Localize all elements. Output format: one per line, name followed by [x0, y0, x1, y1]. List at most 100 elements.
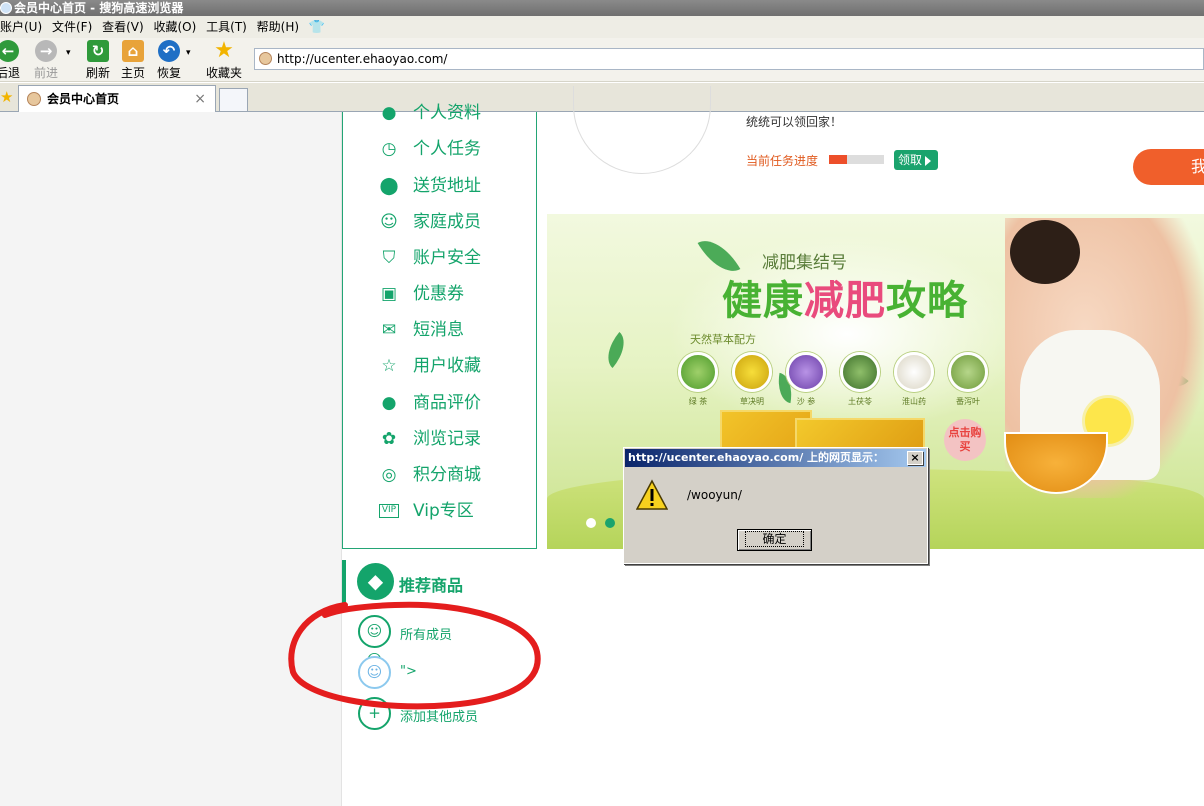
dialog-ok-label: 确定 — [745, 531, 804, 547]
restore-dropdown-arrow[interactable]: ▾ — [186, 48, 191, 58]
progress-label: 当前任务进度 — [746, 154, 819, 168]
browser-app-icon — [0, 2, 12, 14]
leaf-decoration — [598, 331, 634, 369]
sidebar-item-label: 个人资料 — [413, 103, 481, 123]
member-side-menu: ● 个人资料 ◷ 个人任务 ⬤ 送货地址 ☺ 家庭成员 ⛉ 账户安全 ▣ 优惠券 ✉ 短消息 … — [342, 103, 537, 549]
home-button[interactable]: ⌂ 主页 — [121, 40, 145, 81]
forward-label: 前进 — [34, 66, 59, 80]
herb-label: 沙 参 — [796, 397, 816, 406]
herb-label: 土茯苓 — [848, 397, 872, 406]
menu-tools[interactable]: 工具(T) — [206, 16, 247, 38]
sidebar-item-history[interactable]: ✿ 浏览记录 — [379, 425, 481, 453]
task-hint: 统统可以领回家！ — [746, 115, 843, 129]
sidebar-item-label: 账户安全 — [413, 248, 481, 268]
banner-title-part: 攻略 — [886, 278, 968, 324]
dialog-title: http://ucenter.ehaoyao.com/ 上的网页显示： — [625, 449, 926, 467]
sidebar-item-label: 优惠券 — [413, 284, 464, 304]
herb-label: 番泻叶 — [956, 397, 980, 406]
diamond-icon: ◆ — [357, 563, 394, 600]
buy-now-badge[interactable]: 点击购买 — [944, 419, 986, 461]
paw-icon: ✿ — [381, 429, 397, 449]
claim-label: 领取 — [898, 153, 923, 167]
restore-label: 恢复 — [157, 66, 182, 80]
sidebar-item-label: 用户收藏 — [413, 356, 481, 376]
claim-button[interactable]: 领取 — [894, 150, 938, 170]
site-favicon — [259, 52, 272, 65]
sidebar-item-address[interactable]: ⬤ 送货地址 — [379, 172, 481, 200]
herb-green-tea-image — [678, 352, 718, 392]
herb-label: 草决明 — [740, 397, 764, 406]
skin-shirt-icon[interactable]: 👕 — [309, 17, 325, 39]
location-pin-icon: ⬤ — [379, 176, 399, 196]
sidebar-item-label: 家庭成员 — [413, 212, 481, 232]
herb-tufuling-image — [840, 352, 880, 392]
forward-button[interactable]: → 前进 — [34, 40, 58, 81]
star-icon: ☆ — [381, 356, 397, 376]
herb-label: 绿 茶 — [688, 397, 708, 406]
sidebar-item-favorites[interactable]: ☆ 用户收藏 — [379, 352, 481, 380]
favorites-sidebar-star-icon[interactable]: ★ — [0, 88, 13, 106]
back-button[interactable]: ← 后退 — [0, 40, 20, 81]
herb-label: 淮山药 — [902, 397, 926, 406]
tab-close-icon[interactable]: × — [194, 86, 206, 112]
banner-title: 健康减肥攻略 — [722, 268, 968, 326]
herb-caption: 天然草本配方 — [690, 333, 756, 346]
sidebar-item-vip[interactable]: VIP Vip专区 — [379, 497, 474, 525]
recommended-title: 推荐商品 — [399, 576, 464, 595]
sidebar-item-label: 浏览记录 — [413, 429, 481, 449]
restore-icon: ↶ — [158, 40, 180, 62]
herb-huaishanyao-image — [894, 352, 934, 392]
home-icon: ⌂ — [122, 40, 144, 62]
menu-account[interactable]: 账户(U) — [0, 16, 42, 38]
home-label: 主页 — [121, 66, 146, 80]
new-tab-button[interactable] — [219, 88, 248, 111]
dialog-ok-button[interactable]: 确定 — [737, 529, 812, 551]
model-hair — [1010, 220, 1080, 284]
carousel-dot-active[interactable] — [605, 518, 615, 528]
dialog-message: /wooyun/ — [687, 488, 742, 502]
sidebar-item-label: Vip专区 — [413, 501, 474, 521]
restore-button[interactable]: ↶ 恢复 — [157, 40, 181, 81]
sidebar-item-points-mall[interactable]: ◎ 积分商城 — [379, 461, 481, 489]
tab-label: 会员中心首页 — [47, 92, 120, 106]
favorites-button[interactable]: ★ 收藏夹 — [206, 40, 242, 81]
sidebar-item-security[interactable]: ⛉ 账户安全 — [379, 244, 481, 272]
refresh-label: 刷新 — [86, 66, 111, 80]
herb-shashen-image — [786, 352, 826, 392]
orange-action-button[interactable]: 我 — [1133, 149, 1204, 185]
refresh-button[interactable]: ↻ 刷新 — [86, 40, 110, 81]
menu-favorites[interactable]: 收藏(O) — [154, 16, 197, 38]
vip-icon: VIP — [379, 504, 399, 518]
banner-title-highlight: 减肥 — [804, 278, 886, 324]
sidebar-item-label: 短消息 — [413, 320, 464, 340]
shield-icon: ⛉ — [382, 248, 396, 268]
sidebar-item-tasks[interactable]: ◷ 个人任务 — [379, 135, 481, 163]
herb-fanxieye-image — [948, 352, 988, 392]
address-bar[interactable]: http://ucenter.ehaoyao.com/ — [254, 48, 1204, 70]
forward-dropdown-arrow[interactable]: ▾ — [66, 48, 71, 58]
back-arrow-icon: ← — [0, 40, 19, 62]
orange-action-label: 我 — [1191, 157, 1204, 176]
profile-icon: ● — [381, 103, 397, 123]
herb-cassia-image — [732, 352, 772, 392]
carousel-dot[interactable] — [586, 518, 596, 528]
favorites-star-icon: ★ — [214, 38, 234, 63]
tab-member-center[interactable]: 会员中心首页 × — [18, 85, 216, 112]
menu-help[interactable]: 帮助(H) — [257, 16, 299, 38]
dialog-close-button[interactable]: × — [907, 451, 923, 465]
menu-view[interactable]: 查看(V) — [102, 16, 144, 38]
sidebar-item-messages[interactable]: ✉ 短消息 — [379, 316, 464, 344]
menu-file[interactable]: 文件(F) — [52, 16, 92, 38]
comment-icon: ● — [381, 393, 397, 413]
coupon-icon: ▣ — [380, 284, 398, 304]
sidebar-item-label: 送货地址 — [413, 176, 481, 196]
window-title: 会员中心首页 - 搜狗高速浏览器 — [14, 1, 184, 15]
sidebar-item-coupons[interactable]: ▣ 优惠券 — [379, 280, 464, 308]
forward-arrow-icon: → — [35, 40, 57, 62]
sidebar-item-reviews[interactable]: ● 商品评价 — [379, 389, 481, 417]
sidebar-item-profile[interactable]: ● 个人资料 — [379, 99, 481, 127]
task-icon: ◷ — [381, 139, 397, 159]
sidebar-item-family[interactable]: ☺ 家庭成员 — [379, 208, 481, 236]
banner-title-part: 健康 — [722, 278, 804, 324]
red-annotation-ellipse — [288, 601, 541, 710]
